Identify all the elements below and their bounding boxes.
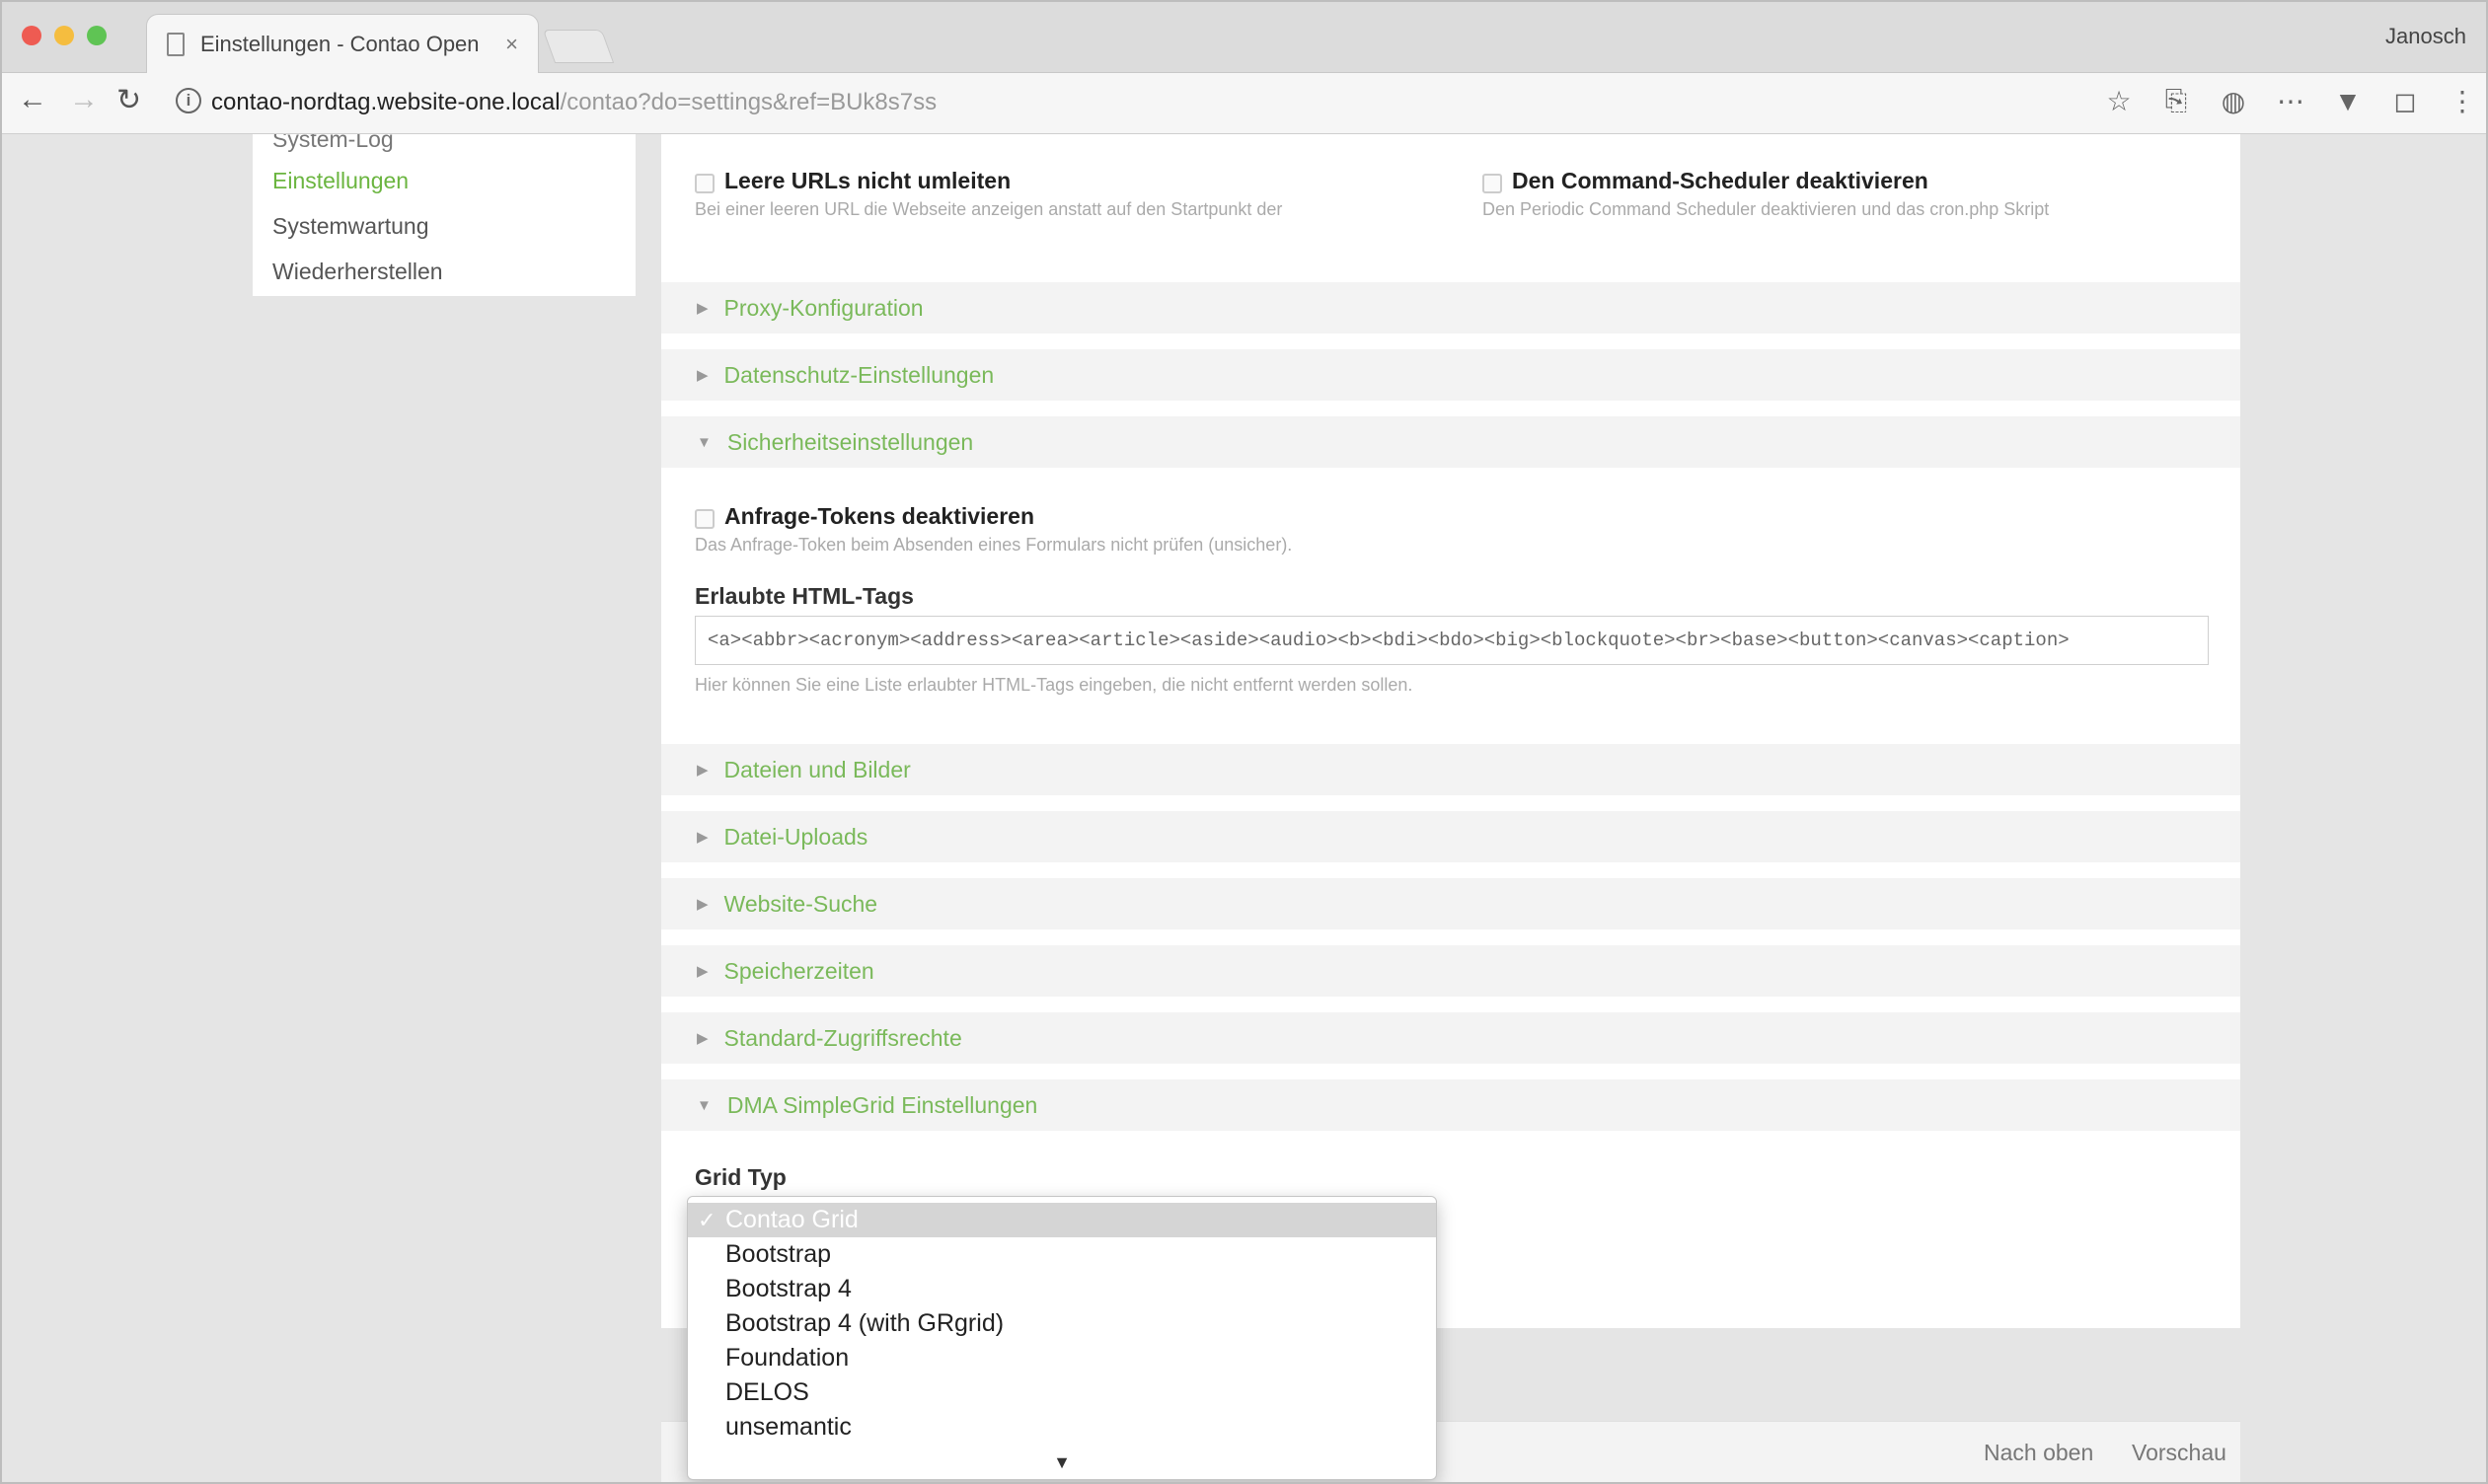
legend-privacy[interactable]: ▶ Datenschutz-Einstellungen bbox=[661, 349, 2240, 401]
extension-toolbar: ☆ ⎘ ◍ ⋯ ▼ ◻ ⋮ bbox=[2105, 85, 2476, 117]
command-scheduler-label[interactable]: Den Command-Scheduler deaktivieren bbox=[1512, 168, 1928, 194]
request-token-checkbox[interactable] bbox=[695, 509, 715, 529]
allowed-tags-help: Hier können Sie eine Liste erlaubter HTM… bbox=[695, 675, 1413, 695]
empty-url-label[interactable]: Leere URLs nicht umleiten bbox=[724, 168, 1011, 194]
close-window-button[interactable] bbox=[22, 26, 41, 45]
grid-option-bootstrap-4[interactable]: Bootstrap 4 bbox=[688, 1272, 1436, 1306]
expand-arrow-icon: ▶ bbox=[697, 829, 709, 846]
legend-storage-times[interactable]: ▶ Speicherzeiten bbox=[661, 945, 2240, 997]
command-scheduler-help: Den Periodic Command Scheduler deaktivie… bbox=[1482, 199, 2050, 219]
sidebar-item-restore[interactable]: Wiederherstellen bbox=[253, 249, 636, 294]
allowed-tags-input[interactable]: <a><abbr><acronym><address><area><articl… bbox=[695, 616, 2209, 665]
page-icon bbox=[167, 32, 185, 56]
allowed-tags-label: Erlaubte HTML-Tags bbox=[695, 583, 914, 609]
maximize-window-button[interactable] bbox=[87, 26, 107, 45]
site-info-icon[interactable]: i bbox=[176, 88, 201, 113]
new-tab-button[interactable] bbox=[542, 30, 615, 63]
url-path: /contao?do=settings&ref=BUk8s7ss bbox=[560, 89, 938, 115]
minimize-window-button[interactable] bbox=[54, 26, 74, 45]
scroll-down-arrow-icon[interactable]: ▼ bbox=[688, 1452, 1436, 1473]
legend-label: Datei-Uploads bbox=[723, 823, 868, 850]
expand-arrow-icon: ▶ bbox=[697, 300, 709, 317]
system-navigation: System-Log Einstellungen Systemwartung W… bbox=[253, 134, 636, 296]
grid-option-bootstrap[interactable]: Bootstrap bbox=[688, 1237, 1436, 1272]
legend-label: Dateien und Bilder bbox=[723, 756, 911, 782]
browser-tab[interactable]: Einstellungen - Contao Open × bbox=[146, 14, 539, 73]
grid-option-bootstrap-4-grgrid[interactable]: Bootstrap 4 (with GRgrid) bbox=[688, 1306, 1436, 1341]
collapse-arrow-icon: ▼ bbox=[697, 1096, 712, 1114]
browser-tab-bar: Einstellungen - Contao Open × Janosch bbox=[0, 0, 2488, 73]
grid-option-unsemantic[interactable]: unsemantic bbox=[688, 1410, 1436, 1445]
request-token-label[interactable]: Anfrage-Tokens deaktivieren bbox=[724, 503, 1034, 530]
profile-name[interactable]: Janosch bbox=[2385, 24, 2466, 49]
legend-label: DMA SimpleGrid Einstellungen bbox=[726, 1091, 1038, 1118]
legend-access-rights[interactable]: ▶ Standard-Zugriffsrechte bbox=[661, 1012, 2240, 1064]
back-icon[interactable]: ← bbox=[18, 83, 47, 116]
legend-simplegrid[interactable]: ▼ DMA SimpleGrid Einstellungen bbox=[661, 1079, 2240, 1131]
legend-label: Sicherheitseinstellungen bbox=[726, 428, 974, 455]
expand-arrow-icon: ▶ bbox=[697, 1030, 709, 1047]
tab-title: Einstellungen - Contao Open bbox=[200, 31, 480, 56]
bookmark-star-icon[interactable]: ☆ bbox=[2105, 85, 2133, 117]
grid-option-delos[interactable]: DELOS bbox=[688, 1375, 1436, 1410]
filter-icon[interactable]: ▼ bbox=[2334, 86, 2362, 117]
expand-arrow-icon: ▶ bbox=[697, 963, 709, 980]
address-toolbar: ← → ↻ i contao-nordtag.website-one.local… bbox=[0, 73, 2488, 134]
legend-files-images[interactable]: ▶ Dateien und Bilder bbox=[661, 744, 2240, 795]
menu-icon[interactable]: ⋮ bbox=[2449, 85, 2476, 117]
grid-option-foundation[interactable]: Foundation bbox=[688, 1341, 1436, 1375]
legend-label: Proxy-Konfiguration bbox=[723, 294, 924, 321]
expand-arrow-icon: ▶ bbox=[697, 762, 709, 779]
sidebar-item-settings[interactable]: Einstellungen bbox=[253, 158, 636, 203]
extension-icon[interactable]: ⎘ bbox=[2162, 85, 2190, 117]
empty-url-help: Bei einer leeren URL die Webseite anzeig… bbox=[695, 199, 1283, 219]
empty-url-checkbox[interactable] bbox=[695, 174, 715, 193]
expand-arrow-icon: ▶ bbox=[697, 367, 709, 384]
legend-uploads[interactable]: ▶ Datei-Uploads bbox=[661, 811, 2240, 862]
command-scheduler-checkbox[interactable] bbox=[1482, 174, 1502, 193]
sidebar-item-system-log[interactable]: System-Log bbox=[253, 134, 636, 158]
sidebar-item-maintenance[interactable]: Systemwartung bbox=[253, 203, 636, 249]
checkmark-icon: ✓ bbox=[698, 1208, 716, 1232]
legend-security[interactable]: ▼ Sicherheitseinstellungen bbox=[661, 416, 2240, 468]
option-label: Contao Grid bbox=[725, 1206, 859, 1233]
url-field[interactable]: contao-nordtag.website-one.local/contao?… bbox=[211, 89, 937, 116]
legend-label: Standard-Zugriffsrechte bbox=[723, 1024, 962, 1051]
url-host: contao-nordtag.website-one.local bbox=[211, 89, 561, 115]
legend-proxy[interactable]: ▶ Proxy-Konfiguration bbox=[661, 282, 2240, 334]
legend-search[interactable]: ▶ Website-Suche bbox=[661, 878, 2240, 929]
expand-arrow-icon: ▶ bbox=[697, 896, 709, 913]
extension-dots-icon[interactable]: ⋯ bbox=[2277, 85, 2304, 117]
legend-label: Datenschutz-Einstellungen bbox=[723, 361, 995, 388]
to-top-link[interactable]: Nach oben bbox=[1984, 1440, 2093, 1466]
grid-type-dropdown[interactable]: ✓ Contao Grid Bootstrap Bootstrap 4 Boot… bbox=[687, 1196, 1437, 1480]
reload-icon[interactable]: ↻ bbox=[116, 83, 141, 117]
grid-option-contao-grid[interactable]: ✓ Contao Grid bbox=[688, 1203, 1436, 1237]
legend-label: Speicherzeiten bbox=[723, 957, 874, 984]
legend-label: Website-Suche bbox=[723, 890, 878, 917]
tab-close-icon[interactable]: × bbox=[505, 32, 518, 57]
request-token-help: Das Anfrage-Token beim Absenden eines Fo… bbox=[695, 535, 1293, 555]
grid-type-label: Grid Typ bbox=[695, 1164, 787, 1190]
collapse-arrow-icon: ▼ bbox=[697, 433, 712, 451]
settings-panel: Leere URLs nicht umleiten Bei einer leer… bbox=[661, 134, 2240, 1328]
window-icon[interactable]: ◻ bbox=[2391, 85, 2419, 117]
globe-icon[interactable]: ◍ bbox=[2220, 85, 2247, 117]
preview-link[interactable]: Vorschau bbox=[2132, 1440, 2226, 1466]
forward-icon[interactable]: → bbox=[69, 83, 99, 116]
